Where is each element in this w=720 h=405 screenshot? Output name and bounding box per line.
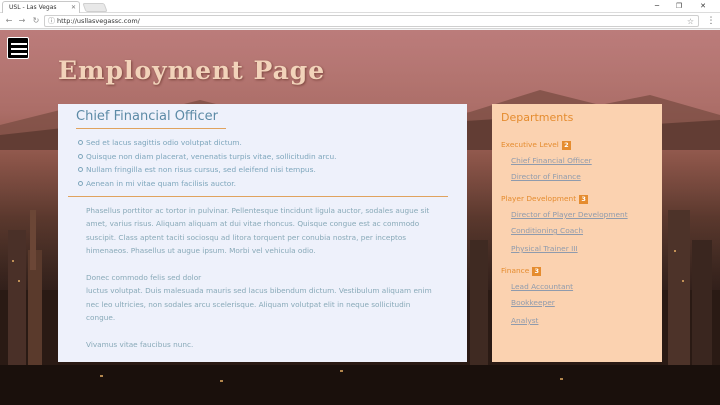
dept-link[interactable]: Physical Trainer III bbox=[511, 244, 578, 253]
department-heading: Finance 3 bbox=[501, 266, 542, 276]
hamburger-menu-icon[interactable] bbox=[7, 37, 29, 59]
bookmark-star-icon[interactable]: ☆ bbox=[687, 16, 694, 27]
paragraph-line: nec leo ultricies, non sodales arcu scel… bbox=[86, 299, 411, 309]
job-bullets: Sed et lacus sagittis odio volutpat dict… bbox=[78, 136, 336, 190]
paragraph-line: congue. bbox=[86, 313, 116, 323]
department-name: Finance bbox=[501, 266, 530, 275]
page-info-icon[interactable]: ⓘ bbox=[48, 16, 55, 27]
job-description: Phasellus porttitor ac tortor in pulvina… bbox=[86, 204, 452, 351]
paragraph-line: suscipit. Class aptent taciti sociosqu a… bbox=[86, 232, 407, 242]
minimize-icon[interactable]: ─ bbox=[648, 0, 666, 12]
paragraph-line: Vivamus vitae faucibus nunc. bbox=[86, 340, 194, 350]
sidebar-title: Departments bbox=[501, 111, 574, 124]
tab-title: USL - Las Vegas bbox=[9, 4, 57, 11]
dept-link[interactable]: Analyst bbox=[511, 316, 538, 325]
dept-link[interactable]: Lead Accountant bbox=[511, 282, 573, 291]
list-item: Aenean in mi vitae quam facilisis auctor… bbox=[78, 177, 336, 191]
list-item: Sed et lacus sagittis odio volutpat dict… bbox=[78, 136, 336, 150]
count-badge: 3 bbox=[579, 194, 589, 204]
departments-sidebar: Departments Executive Level 2 Chief Finan… bbox=[492, 104, 662, 362]
count-badge: 3 bbox=[532, 266, 542, 276]
page-title: Employment Page bbox=[58, 56, 326, 85]
browser-toolbar: ← → ↻ ⓘ http://usllasvegassc.com/ ☆ ⋮ bbox=[0, 13, 720, 29]
close-window-icon[interactable]: ✕ bbox=[694, 0, 712, 12]
url-text: http://usllasvegassc.com/ bbox=[57, 17, 140, 25]
department-name: Executive Level bbox=[501, 140, 559, 149]
paragraph-line: Donec commodo felis sed dolor bbox=[86, 273, 202, 283]
job-card: Chief Financial Officer Sed et lacus sag… bbox=[58, 104, 467, 362]
address-bar[interactable]: ⓘ http://usllasvegassc.com/ ☆ bbox=[44, 15, 699, 27]
maximize-icon[interactable]: ❐ bbox=[670, 0, 688, 12]
paragraph-line: amet, varius risus. Aliquam aliquam at d… bbox=[86, 219, 420, 229]
paragraph-line: luctus volutpat. Duis malesuada mauris s… bbox=[86, 286, 432, 296]
back-arrow-icon[interactable]: ← bbox=[3, 15, 15, 27]
list-item: Nullam fringilla est non risus cursus, s… bbox=[78, 163, 336, 177]
browser-menu-icon[interactable]: ⋮ bbox=[706, 15, 716, 27]
forward-arrow-icon[interactable]: → bbox=[16, 15, 28, 27]
dept-link[interactable]: Bookkeeper bbox=[511, 298, 555, 307]
paragraph-line: Phasellus porttitor ac tortor in pulvina… bbox=[86, 206, 430, 215]
department-heading: Executive Level 2 bbox=[501, 140, 571, 150]
title-underline bbox=[76, 128, 226, 129]
browser-titlebar: USL - Las Vegas ✕ ─ ❐ ✕ bbox=[0, 0, 720, 13]
reload-icon[interactable]: ↻ bbox=[30, 15, 42, 27]
dept-link[interactable]: Chief Financial Officer bbox=[511, 156, 592, 165]
section-divider bbox=[68, 196, 448, 197]
job-title: Chief Financial Officer bbox=[76, 109, 218, 124]
list-item: Quisque non diam placerat, venenatis tur… bbox=[78, 150, 336, 164]
browser-tab[interactable]: USL - Las Vegas ✕ bbox=[2, 1, 80, 13]
department-name: Player Development bbox=[501, 194, 577, 203]
new-tab-button[interactable] bbox=[82, 3, 108, 12]
dept-link[interactable]: Conditioning Coach bbox=[511, 226, 583, 235]
paragraph-line: himenaeos. Phasellus ut augue ipsum. Mor… bbox=[86, 246, 316, 256]
department-heading: Player Development 3 bbox=[501, 194, 589, 204]
dept-link[interactable]: Director of Finance bbox=[511, 172, 581, 181]
page-background: Employment Page Chief Financial Officer … bbox=[0, 30, 720, 405]
count-badge: 2 bbox=[561, 140, 571, 150]
dept-link[interactable]: Director of Player Development bbox=[511, 210, 628, 219]
tab-close-icon[interactable]: ✕ bbox=[71, 2, 76, 13]
